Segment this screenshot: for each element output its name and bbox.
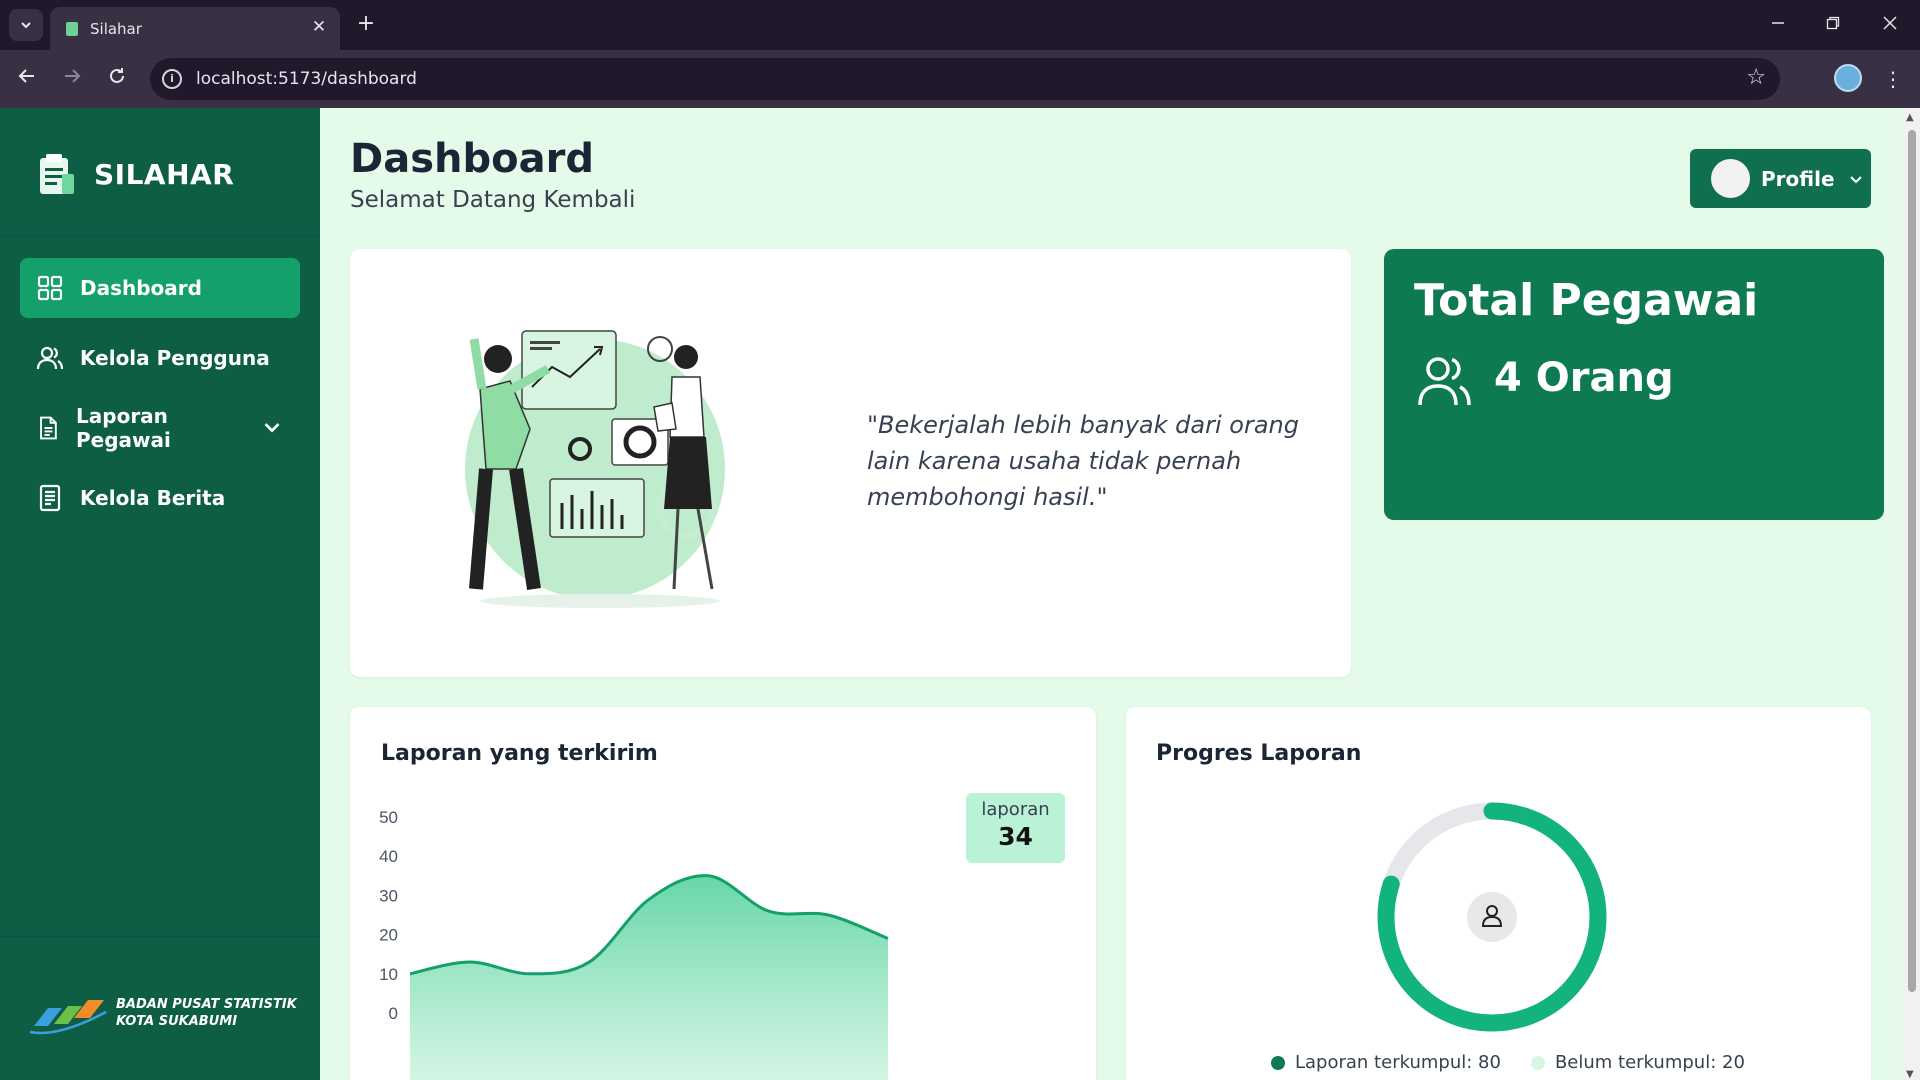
progress-title: Progres Laporan [1156, 741, 1362, 766]
page-scrollbar[interactable]: ▲ ▼ [1903, 108, 1920, 1080]
sidebar-item-label: Dashboard [80, 276, 202, 300]
document-icon [40, 416, 57, 440]
tab-title: Silahar [90, 20, 142, 38]
tab-search-button[interactable] [9, 9, 43, 41]
grid-icon [37, 275, 63, 301]
chevron-down-icon [1849, 175, 1862, 183]
bps-text: BADAN PUSAT STATISTIK KOTA SUKABUMI [116, 996, 297, 1030]
y-tick-label: 20 [379, 926, 398, 945]
close-icon [1883, 16, 1897, 30]
brand[interactable]: SILAHAR [36, 152, 234, 196]
laporan-tooltip-badge: laporan 34 [966, 793, 1065, 863]
y-tick-label: 10 [379, 965, 398, 984]
back-button[interactable] [10, 62, 44, 96]
badge-value: 34 [998, 822, 1033, 851]
sidebar-item-laporan-pegawai[interactable]: Laporan Pegawai [20, 398, 300, 458]
minimize-button[interactable] [1758, 8, 1798, 42]
close-window-button[interactable] [1870, 8, 1910, 42]
progress-legend: Laporan terkumpul: 80 Belum terkumpul: 2… [1271, 1052, 1775, 1073]
browser-tab[interactable]: Silahar ✕ [50, 7, 340, 50]
page-title: Dashboard [350, 136, 594, 182]
address-bar[interactable]: i localhost:5173/dashboard ☆ [150, 58, 1780, 100]
reload-icon [110, 68, 124, 83]
bookmark-star-icon[interactable]: ☆ [1746, 65, 1766, 90]
site-info-icon[interactable]: i [162, 69, 182, 89]
restore-button[interactable] [1813, 8, 1853, 42]
legend-dot [1530, 1055, 1545, 1070]
forward-button[interactable] [55, 62, 89, 96]
browser-tab-strip: Silahar ✕ + [0, 0, 1920, 50]
profile-button[interactable]: Profile [1690, 149, 1871, 208]
browser-toolbar: i localhost:5173/dashboard ☆ ⋮ [0, 50, 1920, 108]
bps-line2: KOTA SUKABUMI [116, 1014, 238, 1029]
welcome-card: "Bekerjalah lebih banyak dari orang lain… [350, 249, 1351, 677]
users-icon [36, 346, 64, 370]
progress-donut-chart [1377, 802, 1607, 1032]
scrollbar-thumb[interactable] [1908, 130, 1916, 992]
chevron-down-icon [21, 22, 31, 29]
y-tick-label: 30 [379, 886, 398, 905]
legend-dot [1271, 1055, 1285, 1070]
users-icon [1418, 357, 1471, 406]
bps-logo-icon [29, 1000, 107, 1035]
legend-item-pending: Belum terkumpul: 20 [1530, 1052, 1745, 1073]
arrow-left-icon [18, 69, 34, 83]
sidebar: SILAHAR Dashboard Kelola Pengguna Lapora… [0, 108, 320, 1080]
sidebar-item-dashboard[interactable]: Dashboard [20, 258, 300, 318]
divider [0, 236, 320, 237]
sidebar-item-kelola-berita[interactable]: Kelola Berita [20, 468, 300, 528]
profile-label: Profile [1761, 166, 1835, 191]
minimize-icon [1772, 22, 1784, 24]
bps-line1: BADAN PUSAT STATISTIK [116, 997, 297, 1012]
y-tick-label: 40 [379, 847, 398, 866]
url-text[interactable]: localhost:5173/dashboard [196, 69, 417, 89]
legend-label: Belum terkumpul: 20 [1554, 1052, 1745, 1073]
tab-close-button[interactable]: ✕ [308, 16, 330, 38]
legend-label: Laporan terkumpul: 80 [1295, 1052, 1501, 1073]
sidebar-item-label: Kelola Berita [80, 486, 226, 510]
area-series-fill [410, 875, 888, 1080]
progres-laporan-card: Progres Laporan Laporan terkumpul: 80 Be… [1126, 707, 1871, 1080]
chevron-down-icon [264, 423, 280, 433]
restore-icon [1826, 16, 1840, 30]
badge-label: laporan [981, 799, 1050, 820]
y-tick-label: 50 [379, 808, 398, 827]
arrow-right-icon [65, 69, 81, 83]
y-tick-label: 0 [389, 1004, 398, 1023]
legend-item-collected: Laporan terkumpul: 80 [1271, 1052, 1501, 1073]
laporan-chart-card: Laporan yang terkirim 0 10 20 30 40 50 lapora… [350, 707, 1096, 1080]
sidebar-item-kelola-pengguna[interactable]: Kelola Pengguna [20, 328, 300, 388]
scroll-up-icon[interactable]: ▲ [1906, 112, 1914, 123]
news-icon [39, 484, 61, 512]
browser-menu-icon[interactable]: ⋮ [1878, 62, 1908, 96]
avatar [1711, 159, 1750, 198]
brand-logo-icon [40, 154, 74, 194]
bps-logo-block: BADAN PUSAT STATISTIK KOTA SUKABUMI [26, 988, 297, 1038]
scroll-down-icon[interactable]: ▼ [1906, 1069, 1914, 1080]
chart-title: Laporan yang terkirim [381, 741, 658, 766]
divider [0, 936, 320, 937]
analytics-illustration-icon [465, 330, 725, 608]
sidebar-item-label: Kelola Pengguna [80, 346, 270, 370]
reload-button[interactable] [100, 62, 134, 96]
sidebar-item-label: Laporan Pegawai [76, 404, 171, 452]
page-subtitle: Selamat Datang Kembali [350, 187, 636, 213]
motivational-quote: "Bekerjalah lebih banyak dari orang lain… [867, 411, 1299, 511]
new-tab-button[interactable]: + [352, 10, 380, 38]
brand-name: SILAHAR [94, 157, 235, 191]
browser-profile-avatar[interactable] [1834, 64, 1862, 92]
favicon-icon [66, 22, 78, 36]
total-pegawai-card: Total Pegawai 4 Orang [1384, 249, 1884, 520]
total-pegawai-value: 4 Orang [1494, 355, 1674, 401]
total-pegawai-title: Total Pegawai [1414, 275, 1759, 326]
